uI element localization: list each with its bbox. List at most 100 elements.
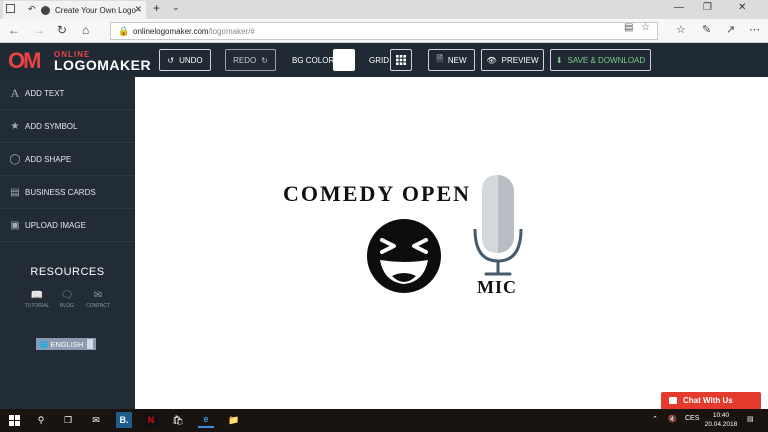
favorite-star-icon[interactable]: ☆ [641, 22, 650, 33]
new-label: NEW [447, 55, 467, 65]
resource-label: BLOG [60, 303, 74, 309]
sidebar-item-business-cards[interactable]: ▤ BUSINESS CARDS [0, 176, 135, 209]
share-icon[interactable]: ↗ [726, 23, 735, 36]
language-value: ENGLISH [50, 339, 84, 349]
resource-label: CONTACT [86, 303, 110, 309]
file-explorer-icon[interactable]: 📁 [226, 412, 242, 428]
chat-label: Chat With Us [683, 396, 733, 405]
save-download-button[interactable]: ⬇ SAVE & DOWNLOAD [550, 49, 651, 71]
sidebar: A ADD TEXT ★ ADD SYMBOL ◯ ADD SHAPE ▤ BU… [0, 77, 135, 409]
bg-color-label: BG COLOR [292, 56, 335, 65]
volume-icon[interactable]: 🔇 [668, 415, 677, 423]
forward-icon[interactable]: → [33, 23, 45, 37]
url-field[interactable]: 🔒 onlinelogomaker.com/logomaker/# [110, 22, 658, 40]
address-bar-row: ← → ↻ ⌂ 🔒 onlinelogomaker.com/logomaker/… [0, 19, 768, 43]
bg-color-swatch[interactable] [333, 49, 355, 71]
undo-label: UNDO [179, 55, 203, 65]
store-icon[interactable]: 🛍 [170, 412, 186, 428]
sidebar-item-label: UPLOAD IMAGE [25, 220, 86, 230]
task-view-icon[interactable]: ❐ [60, 412, 76, 428]
resource-label: TUTORIAL [24, 303, 50, 309]
tab-back-arrow-icon[interactable]: ↶ [28, 4, 36, 15]
redo-icon: ↻ [261, 55, 268, 65]
sidebar-item-upload-image[interactable]: ▣ UPLOAD IMAGE [0, 209, 135, 242]
canvas-title-text[interactable]: COMEDY OPEN [283, 181, 471, 207]
tab-list-chevron-icon[interactable]: ⌄ [172, 2, 180, 13]
home-icon[interactable]: ⌂ [82, 23, 89, 37]
language-dropdown-handle[interactable] [87, 339, 94, 349]
design-canvas[interactable]: COMEDY OPEN MIC [135, 77, 768, 409]
favorites-hub-icon[interactable]: ☆ [676, 23, 686, 36]
resource-blog-link[interactable]: 🗨 BLOG [52, 290, 82, 309]
action-center-icon[interactable]: ▤ [747, 415, 754, 423]
search-icon[interactable]: ⚲ [33, 412, 49, 428]
resource-tutorial-link[interactable]: 📖 TUTORIAL [22, 290, 52, 309]
envelope-icon: ✉ [93, 290, 103, 301]
site-logo[interactable]: OM ONLINE LOGOMAKER [8, 48, 151, 74]
globe-icon: 🌐 [39, 339, 49, 349]
tab-manager-icon[interactable] [6, 4, 15, 13]
preview-label: PREVIEW [501, 55, 539, 65]
windows-taskbar: ⚲ ❐ ✉ B. N 🛍 e 📁 ⌃ 🔇 CES 10:40 20.04.201… [0, 409, 768, 432]
laughing-face-icon[interactable] [366, 218, 442, 294]
tab-title: Create Your Own Logo - [55, 5, 141, 15]
window-close-icon[interactable]: ✕ [738, 2, 746, 13]
download-icon: ⬇ [555, 55, 563, 65]
refresh-icon[interactable]: ↻ [57, 23, 67, 37]
url-domain: onlinelogomaker.com [133, 26, 209, 36]
logo-main-word: LOGOMAKER [54, 57, 152, 73]
pen-icon[interactable]: ✎ [702, 23, 711, 36]
mail-icon[interactable]: ✉ [88, 412, 104, 428]
language-select[interactable]: 🌐 ENGLISH [36, 338, 97, 350]
edge-browser-icon[interactable]: e [198, 412, 214, 428]
text-icon: A [10, 85, 20, 100]
netflix-icon[interactable]: N [143, 412, 159, 428]
undo-button[interactable]: ↺ UNDO [159, 49, 211, 71]
canvas-sub-text[interactable]: MIC [477, 277, 517, 298]
sidebar-item-add-text[interactable]: A ADD TEXT [0, 77, 135, 110]
chat-with-us-button[interactable]: Chat With Us [661, 392, 761, 409]
sidebar-item-add-symbol[interactable]: ★ ADD SYMBOL [0, 110, 135, 143]
booking-app-icon[interactable]: B. [116, 412, 132, 428]
redo-label: REDO [233, 55, 257, 65]
back-icon[interactable]: ← [8, 23, 20, 37]
circle-icon: ◯ [9, 153, 21, 165]
app-header: OM ONLINE LOGOMAKER ↺ UNDO REDO ↻ BG COL… [0, 44, 768, 77]
card-icon: ▤ [10, 186, 20, 198]
lock-icon: 🔒 [118, 26, 130, 36]
star-icon: ★ [10, 120, 20, 132]
url-path: /logomaker/# [208, 26, 255, 36]
browser-tab[interactable]: ↶ Create Your Own Logo - ✕ [3, 1, 146, 19]
redo-button[interactable]: REDO ↻ [225, 49, 276, 71]
clock-time: 10:40 [712, 412, 730, 419]
browser-tab-bar: ↶ Create Your Own Logo - ✕ + ⌄ — ❐ ✕ [0, 0, 768, 19]
preview-button[interactable]: 👁 PREVIEW [481, 49, 544, 71]
sidebar-item-add-shape[interactable]: ◯ ADD SHAPE [0, 143, 135, 176]
grid-toggle-button[interactable] [390, 49, 412, 71]
new-document-icon: 🗎 [436, 54, 443, 63]
maximize-icon[interactable]: ❐ [703, 2, 712, 13]
new-tab-icon[interactable]: + [153, 1, 160, 15]
reading-view-icon[interactable]: ▤ [624, 22, 633, 33]
resource-contact-link[interactable]: ✉ CONTACT [83, 290, 113, 309]
microphone-icon[interactable] [472, 173, 528, 277]
sidebar-item-label: ADD SHAPE [25, 154, 72, 164]
grid-label: GRID [369, 56, 389, 65]
chat-bubble-icon [669, 397, 677, 404]
tab-close-icon[interactable]: ✕ [134, 4, 142, 15]
new-button[interactable]: 🗎 NEW [428, 49, 475, 71]
windows-start-icon[interactable] [6, 412, 22, 428]
tray-chevron-icon[interactable]: ⌃ [652, 415, 658, 423]
input-language[interactable]: CES [685, 415, 699, 422]
logo-mark: OM [8, 48, 41, 73]
resources-title: RESOURCES [30, 266, 105, 278]
grid-icon [396, 55, 406, 65]
sidebar-item-label: ADD TEXT [25, 88, 65, 98]
save-label: SAVE & DOWNLOAD [567, 55, 646, 65]
taskbar-clock[interactable]: 10:40 20.04.2018 [702, 411, 740, 429]
minimize-icon[interactable]: — [674, 2, 684, 13]
speech-bubble-icon: 🗨 [60, 290, 74, 301]
more-icon[interactable]: ⋯ [749, 23, 760, 36]
sidebar-item-label: ADD SYMBOL [25, 121, 78, 131]
favicon [41, 5, 50, 15]
